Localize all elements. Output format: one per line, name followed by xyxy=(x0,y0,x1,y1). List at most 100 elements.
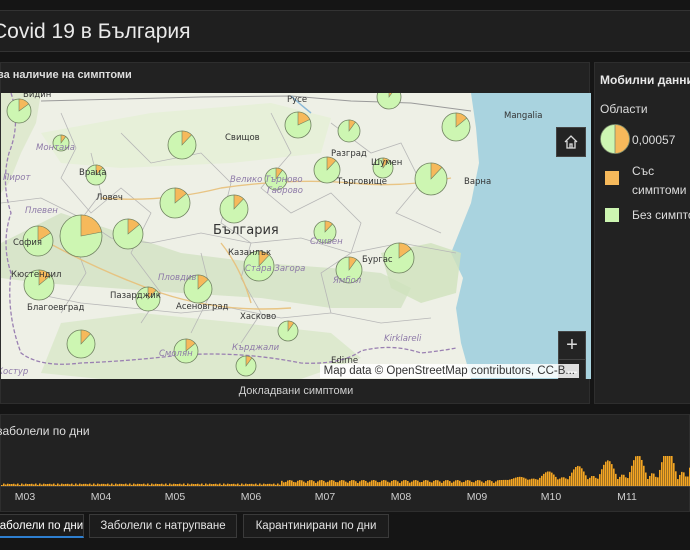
daily-bar[interactable] xyxy=(549,471,551,486)
daily-bar[interactable] xyxy=(215,483,217,486)
daily-bar[interactable] xyxy=(1,485,3,486)
daily-bar[interactable] xyxy=(53,483,55,486)
daily-bar[interactable] xyxy=(243,484,245,486)
daily-bar[interactable] xyxy=(147,483,149,486)
daily-bar[interactable] xyxy=(143,483,145,486)
daily-bar[interactable] xyxy=(7,483,9,486)
daily-bar[interactable] xyxy=(307,481,309,486)
daily-bar[interactable] xyxy=(563,477,565,486)
daily-bar[interactable] xyxy=(391,480,393,486)
daily-bar[interactable] xyxy=(481,481,483,486)
daily-bar[interactable] xyxy=(295,482,297,486)
daily-bar[interactable] xyxy=(517,477,519,486)
daily-bar[interactable] xyxy=(163,484,165,486)
daily-bar[interactable] xyxy=(239,484,241,486)
daily-bar[interactable] xyxy=(305,482,307,486)
daily-bar[interactable] xyxy=(9,484,11,486)
daily-bar[interactable] xyxy=(191,483,193,486)
daily-bar[interactable] xyxy=(201,483,203,486)
daily-bar[interactable] xyxy=(117,484,119,486)
daily-bar[interactable] xyxy=(579,466,581,486)
daily-bar[interactable] xyxy=(209,483,211,486)
daily-bar[interactable] xyxy=(193,484,195,486)
daily-bar[interactable] xyxy=(71,483,73,486)
daily-bar[interactable] xyxy=(491,481,493,486)
daily-bar[interactable] xyxy=(575,467,577,486)
daily-bar[interactable] xyxy=(381,480,383,486)
daily-bar[interactable] xyxy=(619,476,621,486)
daily-bar[interactable] xyxy=(285,481,287,486)
daily-bar[interactable] xyxy=(49,483,51,486)
daily-bar[interactable] xyxy=(679,474,681,486)
daily-bar[interactable] xyxy=(409,482,411,486)
daily-bar[interactable] xyxy=(447,480,449,486)
daily-bar[interactable] xyxy=(197,483,199,486)
daily-bar[interactable] xyxy=(91,484,93,486)
daily-bar[interactable] xyxy=(539,477,541,486)
daily-bar[interactable] xyxy=(229,484,231,486)
daily-bar[interactable] xyxy=(59,484,61,486)
daily-bar[interactable] xyxy=(471,481,473,486)
daily-bar[interactable] xyxy=(617,479,619,486)
daily-bar[interactable] xyxy=(669,456,671,486)
daily-bar[interactable] xyxy=(283,482,285,486)
daily-bar[interactable] xyxy=(65,483,67,486)
daily-bar[interactable] xyxy=(105,484,107,486)
daily-bar[interactable] xyxy=(253,484,255,486)
daily-bar[interactable] xyxy=(673,463,675,486)
daily-bar[interactable] xyxy=(521,477,523,486)
daily-bar[interactable] xyxy=(417,480,419,486)
region-pie-marker[interactable] xyxy=(337,119,361,143)
daily-bar[interactable] xyxy=(463,481,465,486)
daily-bar[interactable] xyxy=(61,483,63,486)
daily-bar[interactable] xyxy=(467,480,469,486)
daily-bar[interactable] xyxy=(255,483,257,486)
daily-bar[interactable] xyxy=(43,483,45,486)
daily-bar[interactable] xyxy=(17,483,19,486)
daily-bar[interactable] xyxy=(259,483,261,486)
daily-bar[interactable] xyxy=(331,480,333,486)
daily-bar[interactable] xyxy=(639,456,641,486)
daily-bar[interactable] xyxy=(611,464,613,486)
daily-bar[interactable] xyxy=(387,481,389,486)
daily-bar[interactable] xyxy=(511,478,513,486)
tab-quarantined-daily[interactable]: Карантинирани по дни xyxy=(243,514,389,538)
daily-bar[interactable] xyxy=(31,483,33,486)
daily-bar[interactable] xyxy=(413,480,415,486)
daily-bar[interactable] xyxy=(95,484,97,486)
daily-bar[interactable] xyxy=(359,481,361,486)
daily-bar[interactable] xyxy=(247,484,249,486)
daily-bar[interactable] xyxy=(55,484,57,486)
daily-bar[interactable] xyxy=(593,476,595,486)
daily-bar[interactable] xyxy=(587,479,589,486)
daily-bar[interactable] xyxy=(137,483,139,486)
daily-bar[interactable] xyxy=(103,483,105,486)
daily-bar[interactable] xyxy=(667,456,669,486)
daily-bar[interactable] xyxy=(235,484,237,486)
daily-bar[interactable] xyxy=(109,484,111,486)
region-pie-marker[interactable] xyxy=(66,329,96,359)
daily-bar[interactable] xyxy=(411,481,413,486)
daily-bar[interactable] xyxy=(5,484,7,486)
daily-bar[interactable] xyxy=(233,483,235,486)
daily-bar[interactable] xyxy=(497,480,499,486)
daily-bar[interactable] xyxy=(21,483,23,486)
daily-bar[interactable] xyxy=(211,484,213,486)
daily-bar[interactable] xyxy=(655,476,657,486)
daily-bar[interactable] xyxy=(87,484,89,486)
daily-bar[interactable] xyxy=(195,484,197,486)
tab-daily-cases[interactable]: Заболели по дни xyxy=(0,514,84,538)
daily-bar[interactable] xyxy=(45,484,47,486)
daily-bar[interactable] xyxy=(341,480,343,486)
daily-bar[interactable] xyxy=(153,484,155,486)
daily-bar[interactable] xyxy=(637,456,639,486)
daily-bar[interactable] xyxy=(553,474,555,486)
zoom-in-button[interactable]: + xyxy=(559,332,585,359)
region-pie-marker[interactable] xyxy=(159,187,191,219)
daily-bar[interactable] xyxy=(561,477,563,486)
daily-bar[interactable] xyxy=(165,483,167,486)
daily-bar[interactable] xyxy=(623,474,625,486)
region-pie-marker[interactable] xyxy=(59,214,103,258)
daily-bar[interactable] xyxy=(73,484,75,486)
daily-bar[interactable] xyxy=(501,480,503,486)
